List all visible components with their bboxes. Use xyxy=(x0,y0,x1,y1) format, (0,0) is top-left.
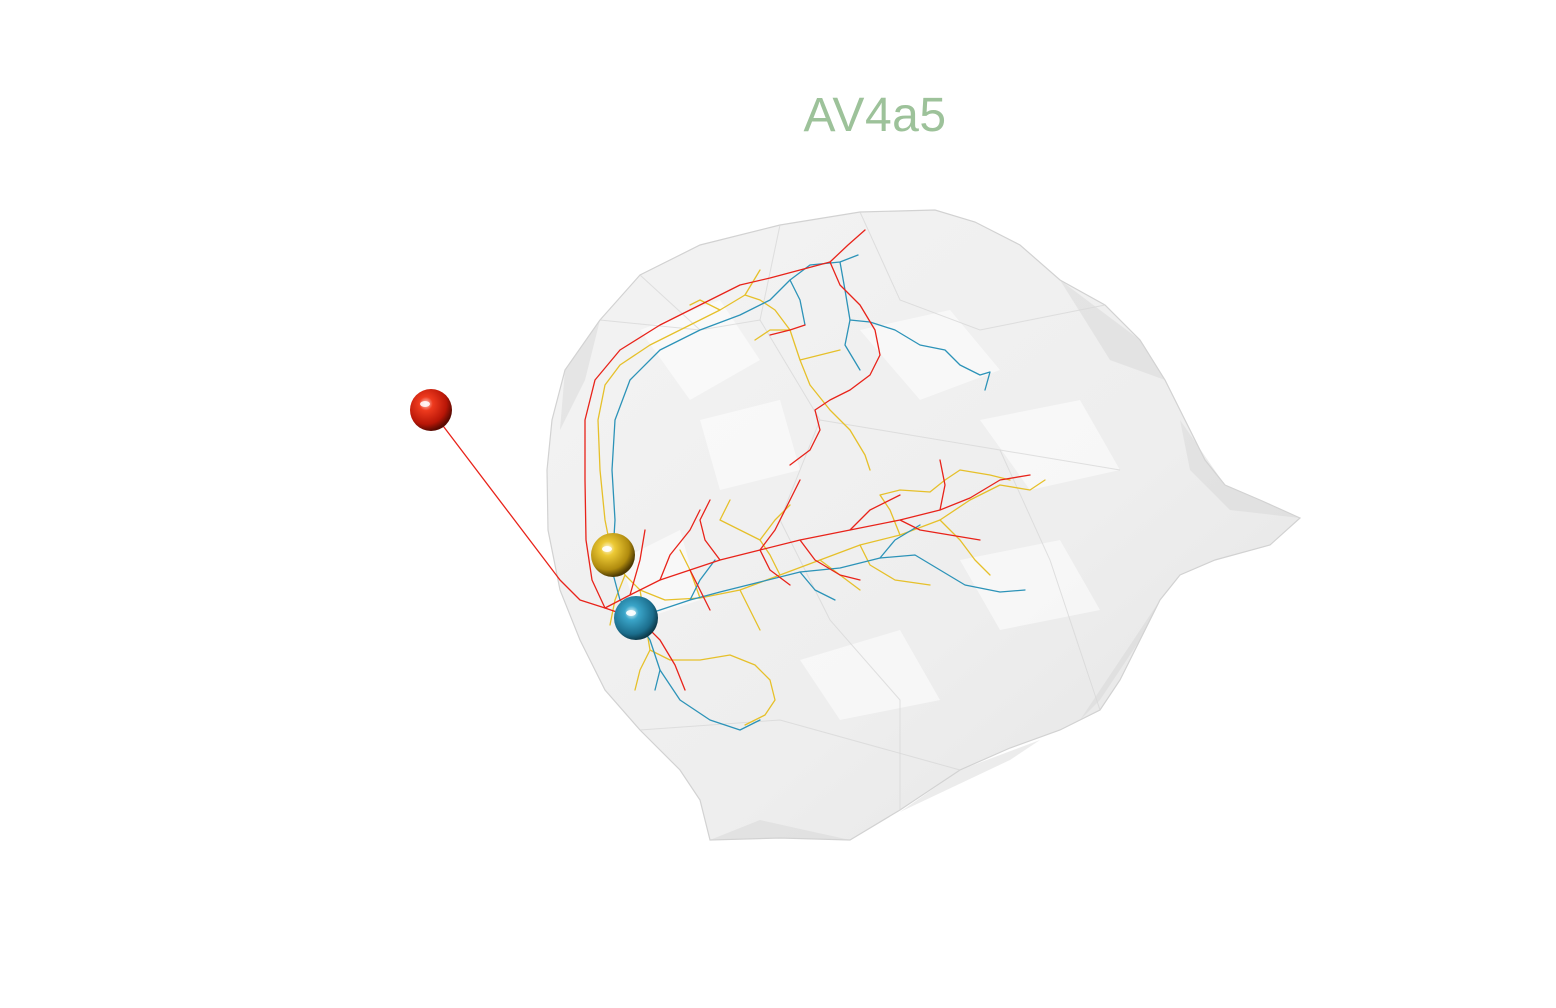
red-neuron-soma xyxy=(410,389,452,431)
neuron-3d-view xyxy=(410,209,1302,841)
blue-neuron-soma xyxy=(614,596,658,640)
render-canvas: AV4a5 xyxy=(0,0,1556,1008)
yellow-neuron-soma xyxy=(591,533,635,577)
neuropil-mesh xyxy=(546,209,1302,841)
